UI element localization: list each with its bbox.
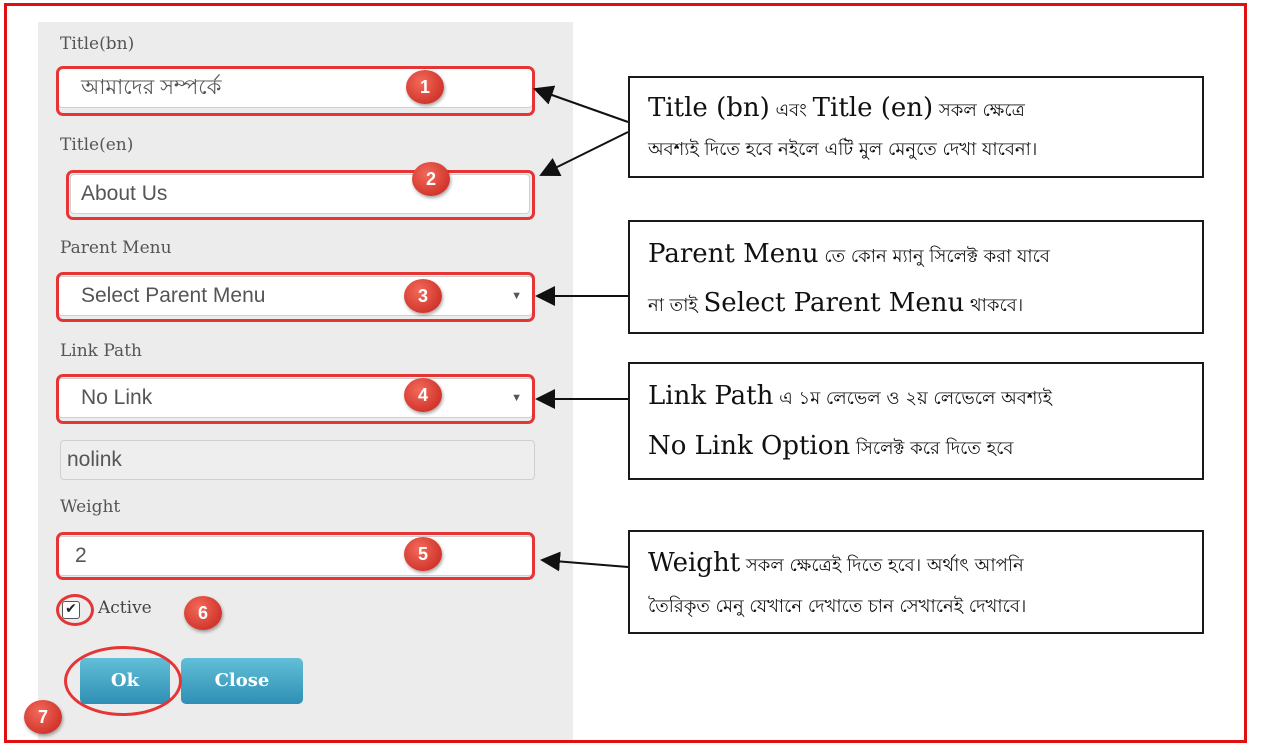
note-parent-text-1: তে কোন ম্যানু সিলেক্ট করা যাবে	[818, 246, 1050, 267]
note-parent-text-2: না তাই	[648, 295, 704, 316]
note-parent-term: Parent Menu	[648, 239, 819, 269]
note-weight-term: Weight	[648, 548, 741, 578]
note-weight-text-1: সকল ক্ষেত্রেই দিতে হবে। অর্থাৎ আপনি	[740, 555, 1024, 576]
note-parent-term-2: Select Parent Menu	[703, 288, 965, 318]
note-title-text-2: সকল ক্ষেত্রে	[933, 100, 1025, 121]
arrow-1	[533, 85, 629, 123]
note-link-text-1: এ ১ম লেভেল ও ২য় লেভেলে অবশ্যই	[773, 388, 1052, 409]
note-weight: Weight সকল ক্ষেত্রেই দিতে হবে। অর্থাৎ আপ…	[628, 530, 1204, 634]
note-title-term-en: Title (en)	[812, 93, 934, 123]
note-link-text-2: সিলেক্ট করে দিতে হবে	[850, 438, 1014, 459]
note-link-path: Link Path এ ১ম লেভেল ও ২য় লেভেলে অবশ্যই…	[628, 362, 1204, 480]
note-parent-text-3: থাকবে।	[964, 295, 1024, 316]
arrow-5	[540, 551, 629, 572]
note-title-line-2: অবশ্যই দিতে হবে নইলে এটি মুল মেনুতে দেখা…	[648, 139, 1038, 160]
note-title: Title (bn) এবং Title (en) সকল ক্ষেত্রে অ…	[628, 76, 1204, 178]
note-weight-line-2: তৈরিকৃত মেনু যেখানে দেখাতে চান সেখানেই দ…	[648, 596, 1027, 617]
note-title-term-bn: Title (bn)	[648, 93, 770, 123]
note-title-text-1: এবং	[769, 100, 813, 121]
note-parent-menu: Parent Menu তে কোন ম্যানু সিলেক্ট করা যা…	[628, 220, 1204, 334]
note-link-term: Link Path	[648, 381, 774, 411]
note-link-term-2: No Link Option	[648, 431, 851, 461]
arrow-2	[539, 131, 629, 176]
